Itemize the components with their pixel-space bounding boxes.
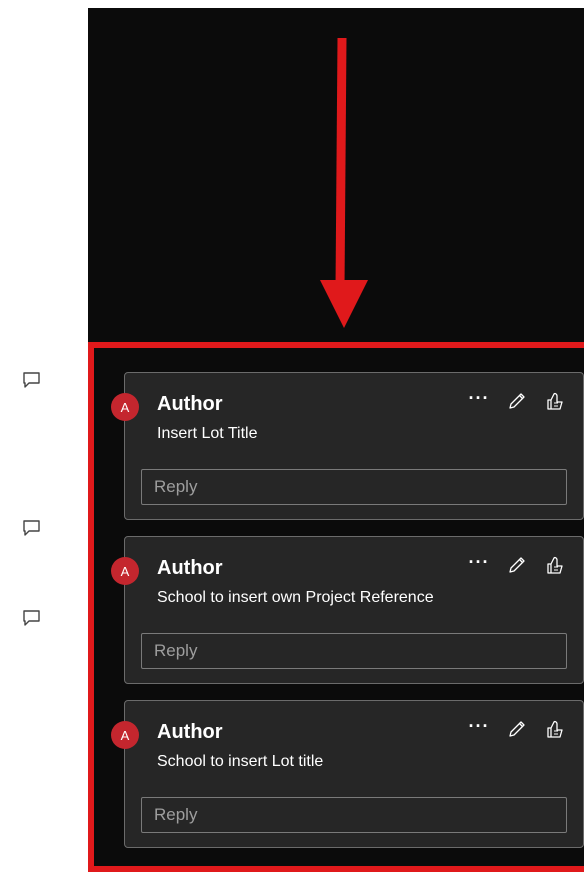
more-options-button[interactable]: ···: [467, 553, 491, 577]
comment-marker-icon[interactable]: [22, 608, 42, 628]
pencil-icon: [509, 721, 525, 737]
annotation-arrow-icon: [320, 37, 368, 328]
comment-card: A Author ··· School to insert Lot title: [111, 700, 584, 848]
avatar: A: [111, 393, 139, 421]
comment-text: School to insert Lot title: [157, 753, 324, 770]
comment-marker-icon[interactable]: [22, 518, 42, 538]
reply-input[interactable]: [141, 633, 567, 669]
comment-author: Author: [157, 721, 223, 743]
more-options-icon: ···: [468, 552, 490, 572]
comment-card: A Author ··· Insert Lot Title: [111, 372, 584, 520]
comment-marker-icon[interactable]: [22, 370, 42, 390]
edit-button[interactable]: [505, 717, 529, 741]
reply-input[interactable]: [141, 797, 567, 833]
comment-actions: ···: [467, 715, 567, 743]
pencil-icon: [509, 557, 525, 573]
reply-input[interactable]: [141, 469, 567, 505]
like-button[interactable]: [543, 717, 567, 741]
thumbs-up-icon: [547, 556, 563, 574]
avatar: A: [111, 721, 139, 749]
pencil-icon: [509, 393, 525, 409]
comment-text: School to insert own Project Reference: [157, 589, 434, 606]
comment-card: A Author ··· School to insert own Projec…: [111, 536, 584, 684]
like-button[interactable]: [543, 553, 567, 577]
comment-author: Author: [157, 557, 223, 579]
more-options-icon: ···: [468, 716, 490, 736]
like-button[interactable]: [543, 389, 567, 413]
comment-actions: ···: [467, 551, 567, 579]
edit-button[interactable]: [505, 389, 529, 413]
edit-button[interactable]: [505, 553, 529, 577]
thumbs-up-icon: [547, 720, 563, 738]
comment-author: Author: [157, 393, 223, 415]
document-margin: [0, 0, 88, 856]
thumbs-up-icon: [547, 392, 563, 410]
comment-text: Insert Lot Title: [157, 425, 258, 442]
more-options-button[interactable]: ···: [467, 389, 491, 413]
avatar: A: [111, 557, 139, 585]
more-options-icon: ···: [468, 388, 490, 408]
comment-actions: ···: [467, 387, 567, 415]
more-options-button[interactable]: ···: [467, 717, 491, 741]
